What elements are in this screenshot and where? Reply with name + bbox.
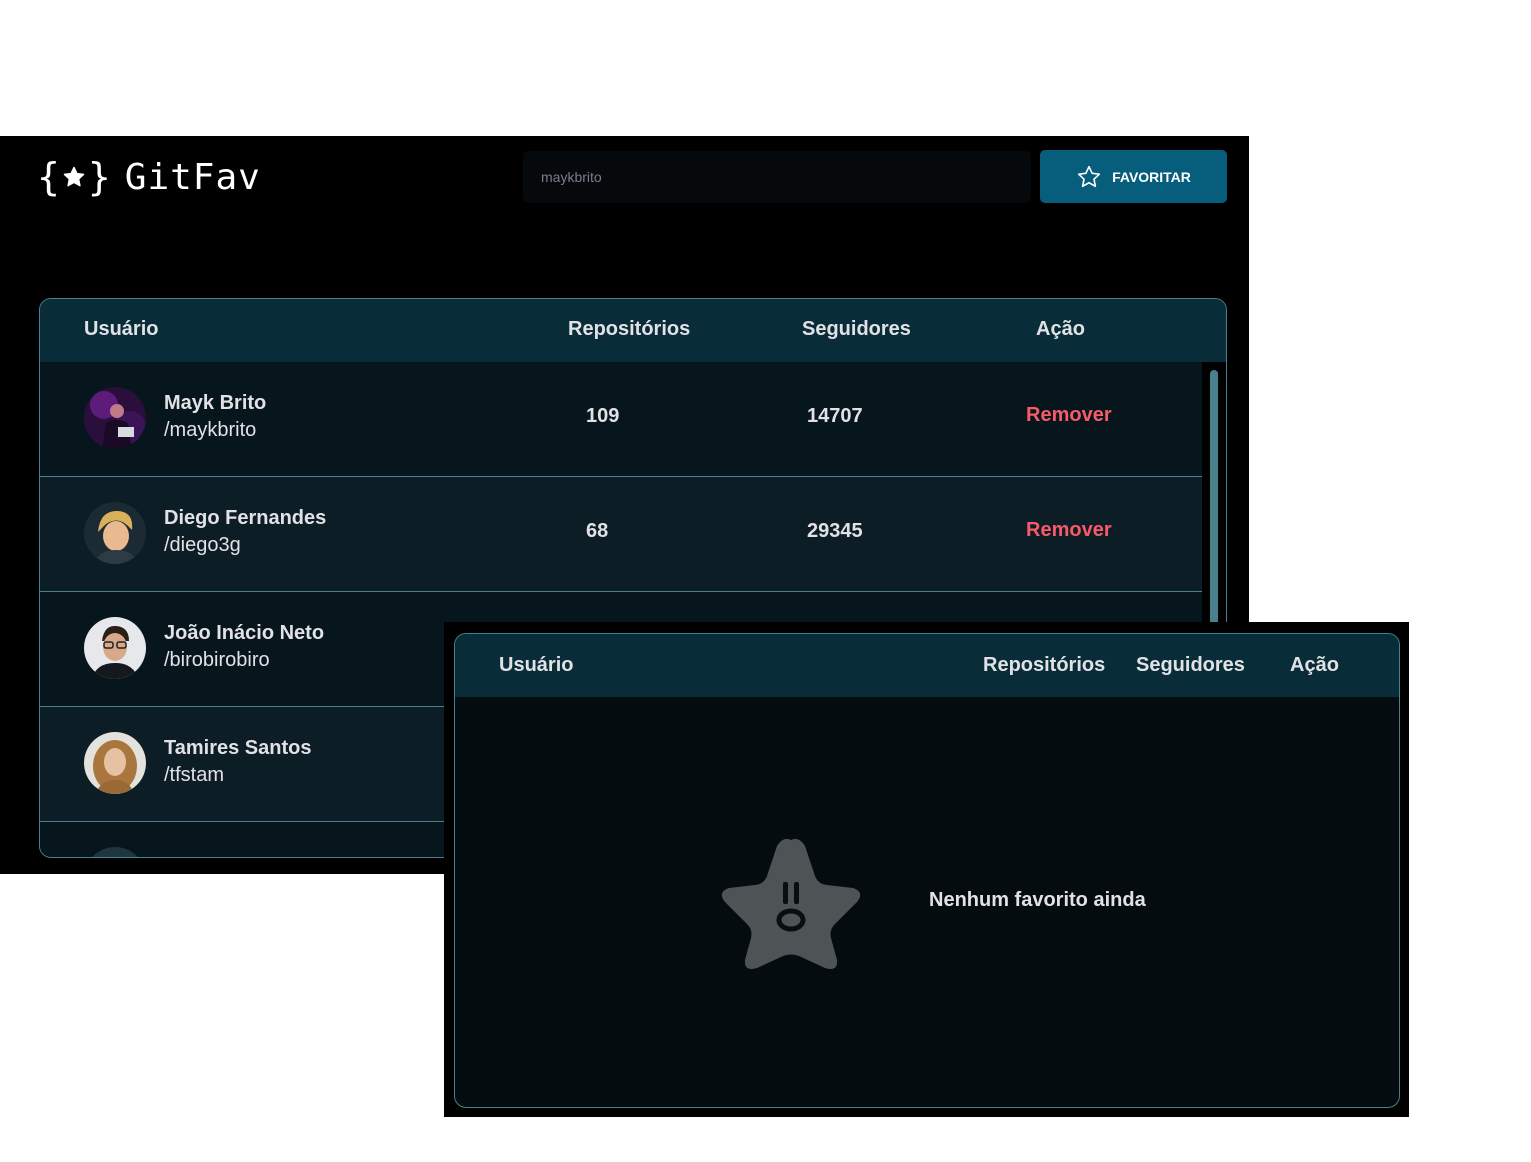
table-row: Diego Fernandes /diego3g 68 29345 Remove… bbox=[40, 477, 1202, 592]
user-login: /diego3g bbox=[164, 534, 241, 556]
empty-favorites-table: Usuário Repositórios Seguidores Ação Nen… bbox=[454, 633, 1400, 1108]
remove-button[interactable]: Remover bbox=[1026, 404, 1112, 427]
user-name: Diego Fernandes bbox=[164, 507, 327, 529]
star-icon bbox=[63, 166, 85, 187]
search-input[interactable] bbox=[523, 151, 1031, 203]
column-header-followers: Seguidores bbox=[1136, 654, 1245, 676]
star-outline-icon bbox=[1077, 165, 1101, 187]
user-name: João Inácio Neto bbox=[164, 622, 325, 644]
avatar bbox=[84, 847, 146, 857]
column-header-followers: Seguidores bbox=[802, 318, 911, 340]
app-logo: { } GitFav bbox=[37, 155, 261, 199]
favorite-button-label: FAVORITAR bbox=[1112, 168, 1191, 185]
empty-state-message: Nenhum favorito ainda bbox=[929, 889, 1146, 911]
column-header-action: Ação bbox=[1036, 318, 1085, 340]
column-header-repositories: Repositórios bbox=[983, 654, 1106, 676]
sad-star-icon bbox=[721, 838, 861, 969]
repositories-count: 68 bbox=[586, 520, 609, 542]
remove-button[interactable]: Remover bbox=[1026, 519, 1112, 542]
user-login: /maykbrito bbox=[164, 419, 257, 441]
logo-brace-open: { bbox=[37, 155, 60, 199]
avatar bbox=[84, 617, 146, 679]
empty-state-window: Usuário Repositórios Seguidores Ação Nen… bbox=[444, 622, 1409, 1117]
user-login: /tfstam bbox=[164, 764, 225, 786]
avatar bbox=[84, 387, 146, 449]
user-login: /birobirobiro bbox=[164, 649, 270, 671]
followers-count: 14707 bbox=[807, 405, 863, 427]
favorite-button[interactable]: FAVORITAR bbox=[1040, 150, 1227, 203]
logo-mark: { } bbox=[37, 158, 111, 196]
column-header-repositories: Repositórios bbox=[568, 318, 691, 340]
user-name: Tamires Santos bbox=[164, 737, 312, 759]
app-name: GitFav bbox=[124, 156, 261, 198]
avatar bbox=[84, 732, 146, 794]
followers-count: 29345 bbox=[807, 520, 863, 542]
avatar bbox=[84, 502, 146, 564]
column-header-user: Usuário bbox=[499, 654, 574, 676]
table-header: Usuário Repositórios Seguidores Ação bbox=[455, 634, 1399, 697]
repositories-count: 109 bbox=[586, 405, 620, 427]
column-header-user: Usuário bbox=[84, 318, 159, 340]
user-name: Mayk Brito bbox=[164, 392, 267, 414]
logo-brace-close: } bbox=[87, 155, 111, 199]
column-header-action: Ação bbox=[1290, 654, 1339, 676]
table-header: Usuário Repositórios Seguidores Ação bbox=[40, 299, 1226, 362]
table-row: Mayk Brito /maykbrito 109 14707 Remover bbox=[40, 362, 1202, 477]
